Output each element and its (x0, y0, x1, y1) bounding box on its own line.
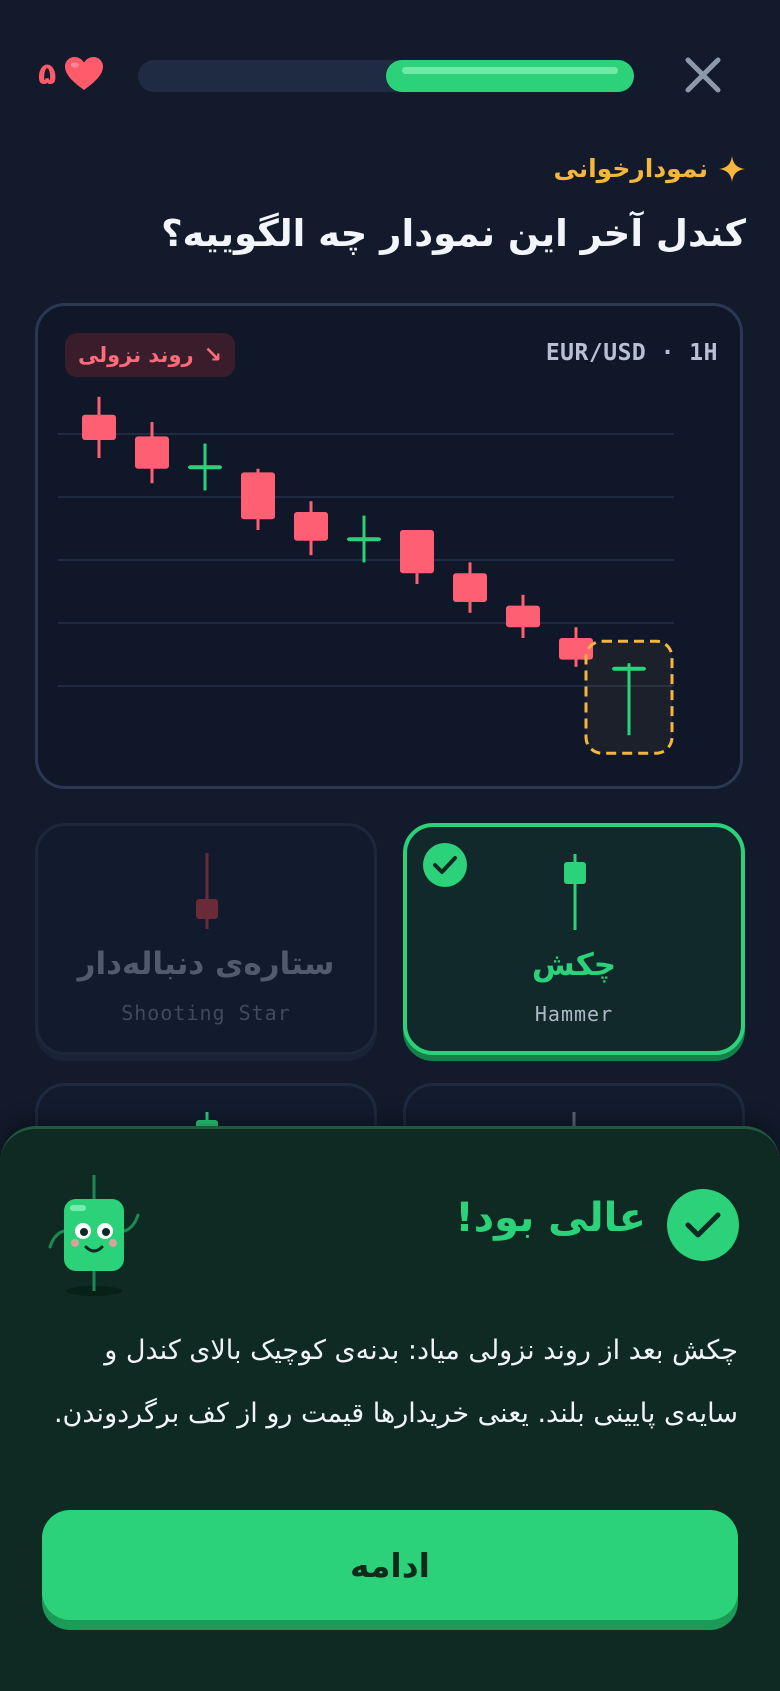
candle-body (453, 573, 487, 602)
success-badge (667, 1189, 739, 1261)
close-button[interactable] (682, 54, 724, 96)
progress-fill (386, 60, 634, 92)
candle-body (612, 666, 646, 671)
candle-body (294, 512, 328, 541)
option-sub: Shooting Star (121, 1001, 291, 1025)
candlestick-chart (58, 396, 674, 755)
close-icon (685, 57, 721, 93)
hearts-count: ۵ (38, 56, 57, 92)
chart-card: ↘ روند نزولی EUR/USD · 1H (35, 303, 743, 789)
progress-shine (402, 67, 618, 74)
option-name: چکش (531, 947, 617, 983)
sparkle-icon (719, 155, 745, 182)
shooting-star-candle-icon (196, 853, 218, 929)
feedback-title: عالی بود! (455, 1195, 646, 1241)
feedback-explanation: چکش بعد از روند نزولی میاد: بدنه‌ی کوچیک… (53, 1335, 738, 1429)
check-icon (433, 856, 457, 874)
candle (506, 594, 540, 638)
kicker-label: نمودارخوانی (553, 154, 708, 183)
candle (294, 501, 328, 556)
candle (188, 443, 222, 491)
question-title: کندل آخر این نمودار چه الگوییه؟ (161, 212, 746, 255)
candle-mascot-icon (48, 1175, 140, 1296)
candle-body (347, 537, 381, 542)
check-icon (685, 1212, 721, 1238)
candle-body (400, 530, 434, 574)
candle-body (82, 414, 116, 440)
candle-body (135, 436, 169, 469)
candle (453, 562, 487, 613)
candle (400, 530, 434, 584)
continue-label: ادامه (349, 1545, 430, 1585)
option-shooting-star[interactable]: ستاره‌ی دنباله‌دار Shooting Star (35, 823, 377, 1055)
candle-body (188, 465, 222, 470)
hearts-counter: ۵ (38, 56, 104, 92)
option-hammer[interactable]: چکش Hammer (403, 823, 745, 1055)
candle (241, 468, 275, 530)
option-sub: Hammer (534, 1002, 614, 1026)
lesson-kicker: نمودارخوانی (553, 154, 746, 183)
candle (135, 422, 169, 484)
selected-check-badge (423, 843, 467, 887)
continue-button[interactable]: ادامه (42, 1510, 738, 1620)
heart-icon (65, 57, 104, 90)
lesson-screen: ۵ نمودارخوانی کندل آخر این نمودار چه الگ… (0, 0, 780, 1691)
hammer-candle-icon (564, 854, 586, 930)
option-name: ستاره‌ی دنباله‌دار (77, 946, 335, 982)
candle-body (506, 605, 540, 628)
candle (347, 515, 381, 563)
candle (82, 396, 116, 458)
candle-body (241, 472, 275, 520)
lesson-progress-bar (138, 60, 634, 92)
